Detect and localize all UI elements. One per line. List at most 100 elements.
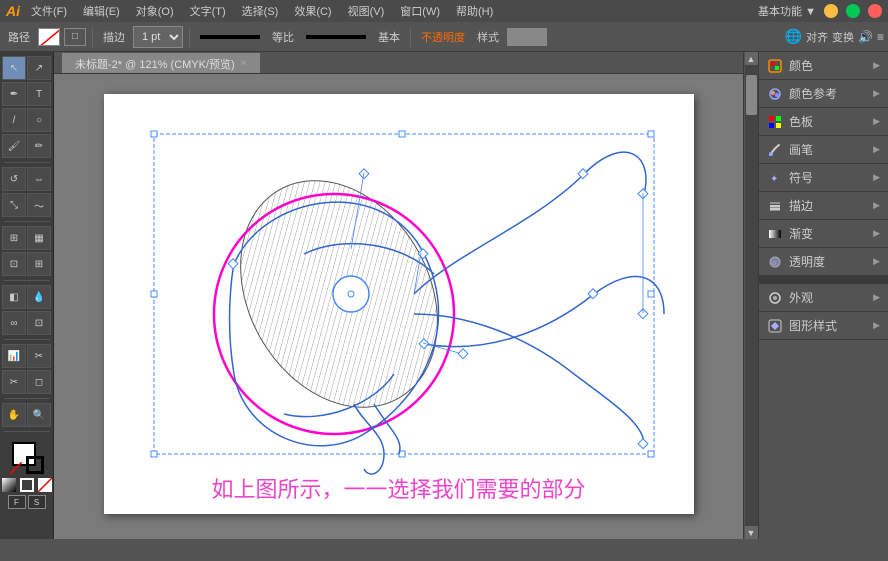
svg-text:○: ○: [772, 260, 776, 267]
panel-graphic-style-label: 图形样式: [789, 317, 837, 334]
menu-edit[interactable]: 编辑(E): [78, 3, 125, 19]
drawing-canvas: [104, 94, 694, 514]
tool-row-6: ⤡ 〜: [2, 193, 51, 217]
blend-tool[interactable]: ∞: [2, 311, 26, 335]
gradient-tool[interactable]: ◧: [2, 285, 26, 309]
stroke-size-select[interactable]: 1 pt: [133, 26, 183, 48]
line-tool[interactable]: /: [2, 108, 26, 132]
select-tool[interactable]: ↖: [2, 56, 26, 80]
panel-swatch-label: 色板: [789, 113, 813, 130]
document-tab[interactable]: 未标题-2* @ 121% (CMYK/预览) ×: [62, 53, 260, 73]
tool-row-3: / ○: [2, 108, 51, 132]
menu-file[interactable]: 文件(F): [26, 3, 72, 19]
autotrace-tool[interactable]: ⊡: [27, 311, 51, 335]
transform-label: 变换: [832, 29, 854, 45]
eraser-tool[interactable]: ◻: [27, 370, 51, 394]
menu-text[interactable]: 文字(T): [185, 3, 231, 19]
speaker-icon: 🔊: [858, 30, 873, 44]
pencil-tool[interactable]: ✏: [27, 134, 51, 158]
stroke-toggle-btn[interactable]: S: [28, 495, 46, 509]
paintbrush-tool[interactable]: 🖌: [2, 134, 26, 158]
panel-gradient[interactable]: 渐变 ▶: [759, 220, 888, 248]
pen-tool[interactable]: ✒: [2, 82, 26, 106]
color-box-wrap[interactable]: [10, 440, 44, 474]
menu-extra-btn[interactable]: ≡: [877, 30, 884, 44]
fill-toggle-btn[interactable]: F: [8, 495, 26, 509]
stroke-preview: [200, 35, 260, 39]
vertical-scrollbar[interactable]: ▲ ▼: [743, 52, 758, 539]
tool-row-9: ◧ 💧: [2, 285, 51, 309]
workspace-selector[interactable]: 基本功能 ▼: [758, 3, 816, 19]
color-icon: [767, 58, 783, 74]
tab-close-btn[interactable]: ×: [241, 58, 247, 69]
sep1: [92, 27, 93, 47]
menu-effect[interactable]: 效果(C): [289, 3, 336, 19]
style-preview[interactable]: [507, 28, 547, 46]
scroll-up-btn[interactable]: ▲: [745, 52, 758, 65]
opacity-icon: ○: [767, 254, 783, 270]
reflect-tool[interactable]: ⇔: [27, 167, 51, 191]
eyedropper-tool[interactable]: 💧: [27, 285, 51, 309]
scroll-thumb[interactable]: [746, 75, 757, 115]
normal-mode-btn[interactable]: [2, 478, 16, 492]
panel-brush[interactable]: 画笔 ▶: [759, 136, 888, 164]
canvas-scroll[interactable]: 如上图所示，一一选择我们需要的部分: [54, 74, 743, 539]
direct-select-tool[interactable]: ↗: [27, 56, 51, 80]
panel-opacity[interactable]: ○ 透明度 ▶: [759, 248, 888, 276]
zoom-tool[interactable]: 🔍: [27, 403, 51, 427]
panel-divider: [759, 276, 888, 284]
text-tool[interactable]: T: [27, 82, 51, 106]
panel-stroke[interactable]: 描边 ▶: [759, 192, 888, 220]
tool-row-13: ✋ 🔍: [2, 403, 51, 427]
perspective-tool[interactable]: ⊡: [2, 252, 26, 276]
panel-brush-label: 画笔: [789, 141, 813, 158]
menu-view[interactable]: 视图(V): [343, 3, 390, 19]
maximize-button[interactable]: [846, 4, 860, 18]
opacity-label[interactable]: 不透明度: [417, 29, 469, 45]
scroll-down-btn[interactable]: ▼: [745, 526, 758, 539]
none-mode-btn[interactable]: [38, 478, 52, 492]
menu-window[interactable]: 窗口(W): [395, 3, 445, 19]
sep3: [410, 27, 411, 47]
globe-icon: 🌐: [785, 28, 802, 45]
close-button[interactable]: [868, 4, 882, 18]
live-paint-tool[interactable]: ▦: [27, 226, 51, 250]
menu-help[interactable]: 帮助(H): [451, 3, 498, 19]
scissors-tool[interactable]: ✂: [2, 370, 26, 394]
graph-tool[interactable]: 📊: [2, 344, 26, 368]
panel-gradient-arrow: ▶: [873, 228, 880, 239]
hand-tool[interactable]: ✋: [2, 403, 26, 427]
menu-select[interactable]: 选择(S): [237, 3, 284, 19]
panel-swatch-arrow: ▶: [873, 116, 880, 127]
panel-color-ref[interactable]: 颜色参考 ▶: [759, 80, 888, 108]
stroke-label: 描边: [99, 29, 129, 45]
panel-opacity-arrow: ▶: [873, 256, 880, 267]
panel-color[interactable]: 颜色 ▶: [759, 52, 888, 80]
appearance-icon: [767, 290, 783, 306]
rotate-tool[interactable]: ↺: [2, 167, 26, 191]
scroll-track[interactable]: [745, 65, 758, 526]
panel-appearance[interactable]: 外观 ▶: [759, 284, 888, 312]
scale-tool[interactable]: ⤡: [2, 193, 26, 217]
stroke-color-btn[interactable]: [38, 28, 60, 46]
shape-builder-tool[interactable]: ⊞: [2, 226, 26, 250]
panel-stroke-label: 描边: [789, 197, 813, 214]
warp-tool[interactable]: 〜: [27, 193, 51, 217]
style-label: 样式: [473, 29, 503, 45]
align-label: 对齐: [806, 29, 828, 45]
tool-sep-4: [4, 339, 50, 340]
mesh-tool[interactable]: ⊞: [27, 252, 51, 276]
tool-sep-2: [4, 221, 50, 222]
stroke-style-btn[interactable]: □: [64, 28, 86, 46]
menu-object[interactable]: 对象(O): [131, 3, 179, 19]
gradient-mode-btn[interactable]: [20, 478, 34, 492]
panel-graphic-style[interactable]: 图形样式 ▶: [759, 312, 888, 340]
minimize-button[interactable]: [824, 4, 838, 18]
panel-swatch[interactable]: 色板 ▶: [759, 108, 888, 136]
app-logo: Ai: [6, 3, 20, 19]
brush-icon: [767, 142, 783, 158]
stroke-color-box[interactable]: [26, 456, 44, 474]
panel-symbol[interactable]: ✦ 符号 ▶: [759, 164, 888, 192]
slice-tool[interactable]: ✂: [27, 344, 51, 368]
ellipse-tool[interactable]: ○: [27, 108, 51, 132]
